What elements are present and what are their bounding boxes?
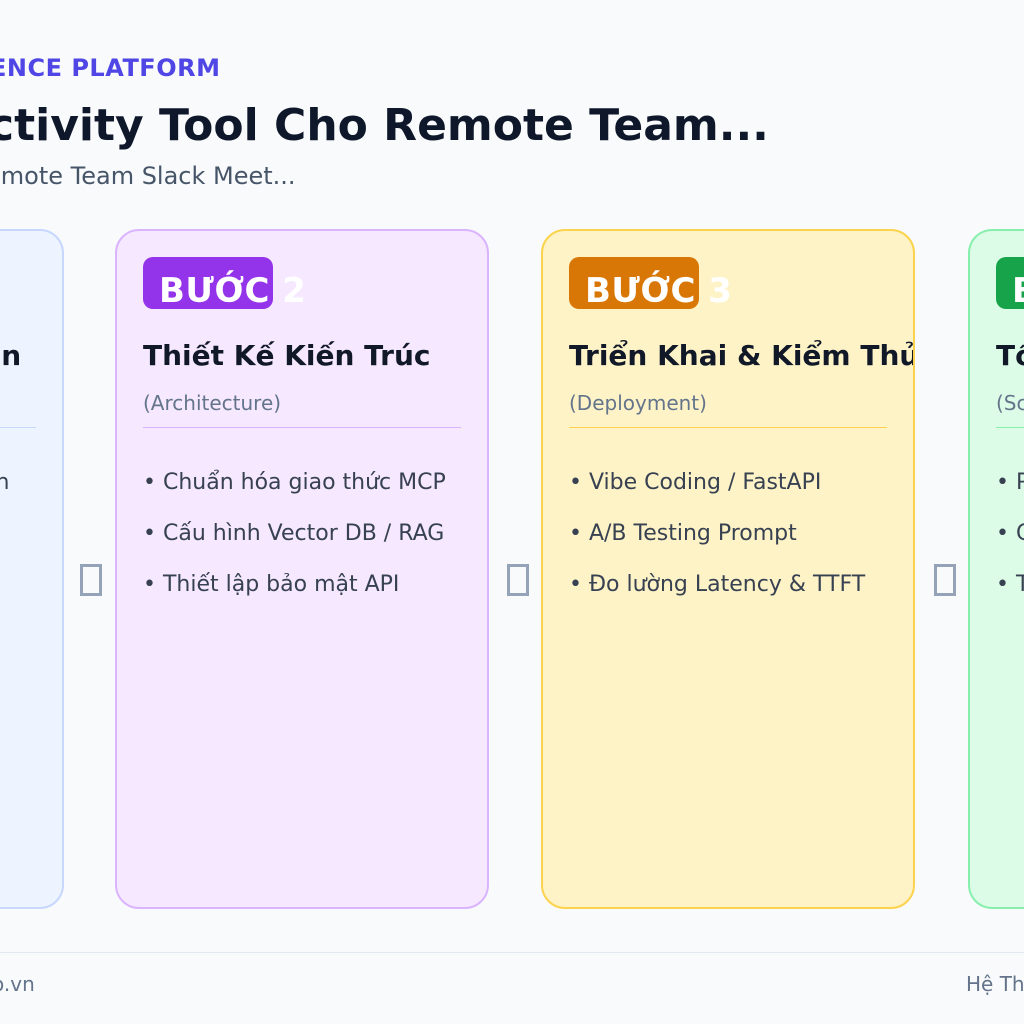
step-1-divider <box>0 427 36 428</box>
step-2-title: Thiết Kế Kiến Trúc <box>143 339 431 372</box>
eyebrow-label: ENCE PLATFORM <box>0 54 221 82</box>
footer-website[interactable]: o.vn <box>0 972 35 996</box>
step-1-title: ọn <box>0 339 22 372</box>
step-3-item: • Đo lường Latency & TTFT <box>569 572 866 597</box>
step-3-badge-label: BƯỚC 3 <box>585 271 733 311</box>
page-subtitle: emote Team Slack Meet... <box>0 162 296 190</box>
step-4-title: Tố <box>996 339 1024 372</box>
step-card-4: B Tố (Sc • P • G • T <box>968 229 1024 909</box>
step-3-item: • Vibe Coding / FastAPI <box>569 470 822 495</box>
step-2-subtitle: (Architecture) <box>143 391 282 415</box>
page: ENCE PLATFORM ctivity Tool Cho Remote Te… <box>0 0 1024 1024</box>
step-3-item: • A/B Testing Prompt <box>569 521 797 546</box>
step-4-item: • T <box>996 572 1024 597</box>
footer-system: Hệ Th <box>966 972 1024 996</box>
step-2-list: • Chuẩn hóa giao thức MCP • Cấu hình Vec… <box>143 457 446 610</box>
step-2-badge-label: BƯỚC 2 <box>159 271 307 311</box>
step-4-subtitle: (Sc <box>996 391 1024 415</box>
step-4-divider <box>996 427 1024 428</box>
step-3-title: Triển Khai & Kiểm Thử <box>569 339 915 372</box>
step-4-item: • G <box>996 521 1024 546</box>
step-card-2: BƯỚC 2 Thiết Kế Kiến Trúc (Architecture)… <box>115 229 489 909</box>
arrow-right-icon <box>80 564 102 596</box>
step-2-item: • Chuẩn hóa giao thức MCP <box>143 470 446 495</box>
footer-divider <box>0 952 1024 953</box>
arrow-right-icon <box>934 564 956 596</box>
step-2-divider <box>143 427 461 428</box>
step-1-list: án <box>0 457 9 508</box>
step-2-item: • Thiết lập bảo mật API <box>143 572 400 597</box>
step-3-list: • Vibe Coding / FastAPI • A/B Testing Pr… <box>569 457 865 610</box>
step-4-badge-label: B <box>1012 271 1024 311</box>
page-title: ctivity Tool Cho Remote Team... <box>0 100 769 151</box>
step-4-item: • P <box>996 470 1024 495</box>
step-4-list: • P • G • T <box>996 457 1024 610</box>
step-card-1: ọn án <box>0 229 64 909</box>
step-3-divider <box>569 427 887 428</box>
step-card-3: BƯỚC 3 Triển Khai & Kiểm Thử (Deployment… <box>541 229 915 909</box>
step-2-item: • Cấu hình Vector DB / RAG <box>143 521 445 546</box>
step-1-item: án <box>0 457 9 508</box>
step-3-subtitle: (Deployment) <box>569 391 707 415</box>
arrow-right-icon <box>507 564 529 596</box>
